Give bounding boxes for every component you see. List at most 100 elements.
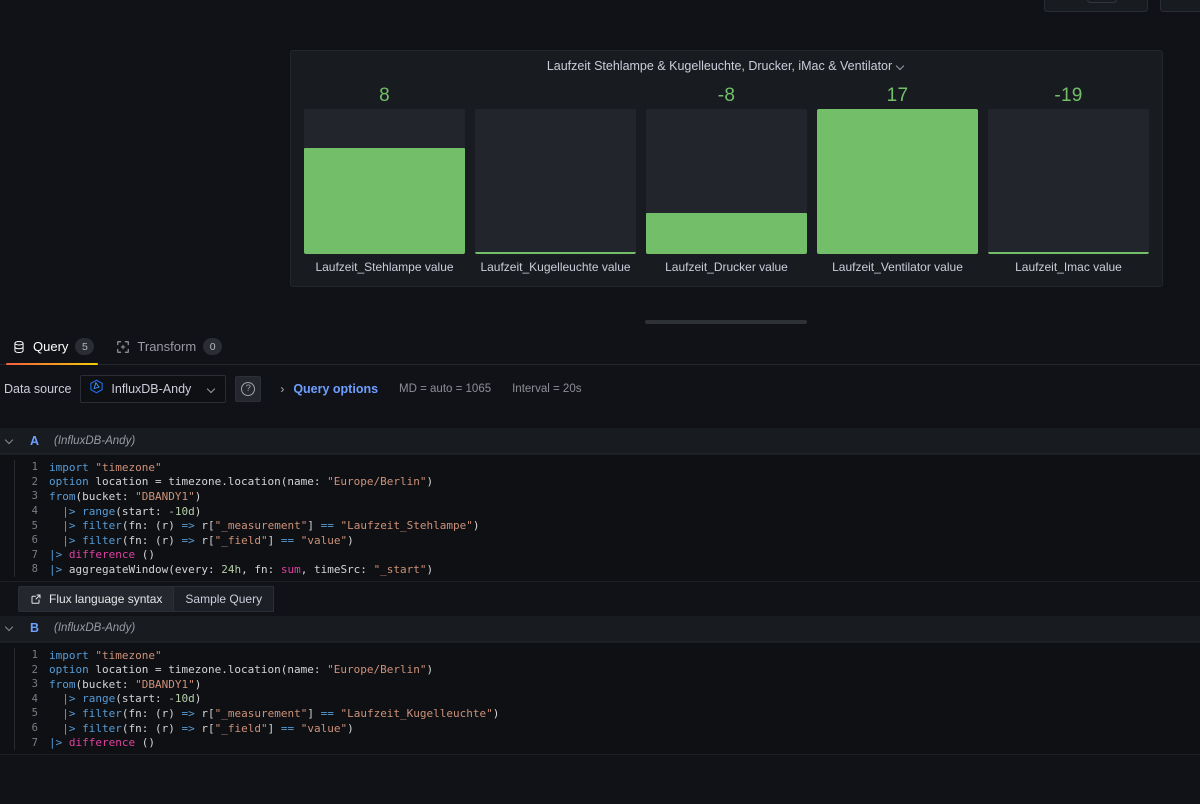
- chevron-down-icon[interactable]: [4, 435, 16, 447]
- influxdb-icon: [89, 379, 104, 399]
- code-line: 7 |> difference (): [15, 735, 1200, 750]
- sample-query-button[interactable]: Sample Query: [174, 585, 275, 612]
- editor-tabs: Query 5 Transform 0: [0, 334, 1200, 365]
- code-line-text: from(bucket: "DBANDY1"): [49, 489, 202, 503]
- code-line-number: 5: [31, 519, 38, 532]
- datasource-help-button[interactable]: ?: [235, 376, 262, 402]
- code-line-number: 1: [31, 649, 38, 662]
- code-line-text: |> aggregateWindow(every: 24h, fn: sum, …: [49, 562, 434, 576]
- bar-gauge-item: 17 Laufzeit_Ventilator value: [812, 83, 983, 280]
- query-letter: A: [30, 433, 40, 448]
- chevron-down-icon[interactable]: [4, 622, 16, 634]
- tab-label: Transform: [137, 339, 197, 354]
- code-line-text: |> range(start: -10d): [49, 504, 202, 518]
- code-line: 4 |> range(start: -10d): [15, 692, 1200, 707]
- code-line-number: 4: [31, 692, 38, 705]
- query-row-header-b[interactable]: B (InfluxDB-Andy): [0, 615, 1200, 642]
- datasource-name: InfluxDB-Andy: [111, 382, 192, 396]
- flux-language-syntax-button[interactable]: Flux language syntax: [18, 585, 175, 612]
- code-line: 5 |> filter(fn: (r) => r["_measurement"]…: [15, 518, 1200, 533]
- bar-gauge-label: Laufzeit_Kugelleuchte value: [480, 260, 631, 274]
- flux-helper-row: Flux language syntax Sample Query: [0, 581, 1200, 616]
- code-line-number: 2: [31, 663, 38, 676]
- code-line-text: |> difference (): [49, 548, 155, 562]
- datasource-row: Data source InfluxDB-Andy ? › Query opti…: [0, 372, 1200, 406]
- code-line-number: 6: [31, 534, 38, 547]
- bar-gauge-label: Laufzeit_Imac value: [1015, 260, 1122, 274]
- question-circle-icon: ?: [241, 382, 256, 396]
- toolbar-button-1-pill: [1087, 0, 1117, 3]
- bar-gauge-item: -19 Laufzeit_Imac value: [983, 83, 1154, 280]
- code-line-number: 6: [31, 722, 38, 735]
- code-line: 7 |> difference (): [15, 548, 1200, 563]
- panel-header: Laufzeit Stehlampe & Kugelleuchte, Druck…: [291, 51, 1162, 81]
- code-line-text: |> difference (): [49, 736, 155, 750]
- code-line: 4 |> range(start: -10d): [15, 504, 1200, 519]
- database-icon: [12, 340, 26, 354]
- code-line-number: 3: [31, 678, 38, 691]
- tab-badge: 0: [203, 338, 223, 355]
- bar-gauge-track: [646, 109, 807, 254]
- datasource-label: Data source: [4, 382, 72, 396]
- query-list: A (InfluxDB-Andy) 1 import "timezone" 2 optio…: [0, 428, 1200, 755]
- toolbar-button-2[interactable]: [1160, 0, 1200, 12]
- code-line-number: 2: [31, 475, 38, 488]
- code-line-text: option location = timezone.location(name…: [49, 475, 434, 489]
- tab-query[interactable]: Query 5: [6, 338, 106, 365]
- bar-gauge-value: [475, 83, 636, 109]
- bar-gauge-value: -19: [1054, 85, 1083, 106]
- query-options-toggle[interactable]: Query options: [293, 382, 378, 396]
- transform-icon: [116, 340, 130, 354]
- code-line-text: import "timezone": [49, 460, 162, 474]
- code-line-number: 8: [31, 563, 38, 576]
- bar-gauge-label: Laufzeit_Drucker value: [665, 260, 788, 274]
- code-line-number: 4: [31, 505, 38, 518]
- tab-badge: 5: [75, 338, 95, 355]
- flux-code-editor-a[interactable]: 1 import "timezone" 2 option location = tim…: [0, 454, 1200, 582]
- external-link-icon: [30, 593, 42, 605]
- code-line-number: 5: [31, 707, 38, 720]
- code-line: 6 |> filter(fn: (r) => r["_field"] == "v…: [15, 721, 1200, 736]
- bar-gauge-value: 17: [886, 85, 909, 106]
- code-line-text: from(bucket: "DBANDY1"): [49, 677, 202, 691]
- query-options-interval: Interval = 20s: [512, 383, 582, 395]
- query-row-header-a[interactable]: A (InfluxDB-Andy): [0, 428, 1200, 454]
- bar-gauge-fill: [646, 213, 807, 254]
- code-line-text: |> filter(fn: (r) => r["_field"] == "val…: [49, 533, 354, 547]
- chevron-down-icon[interactable]: [897, 62, 906, 71]
- sample-query-label: Sample Query: [185, 591, 263, 606]
- code-line: 6 |> filter(fn: (r) => r["_field"] == "v…: [15, 533, 1200, 548]
- bar-gauge-track: [817, 109, 978, 254]
- code-line: 5 |> filter(fn: (r) => r["_measurement"]…: [15, 706, 1200, 721]
- bar-gauge-fill: [304, 148, 465, 254]
- chevron-down-icon: [208, 385, 217, 394]
- tab-label: Query: [33, 339, 69, 354]
- code-line-number: 1: [31, 461, 38, 474]
- bar-gauge-fill: [988, 252, 1149, 254]
- code-line: 3 from(bucket: "DBANDY1"): [15, 489, 1200, 504]
- code-line: 1 import "timezone": [15, 648, 1200, 663]
- bar-gauge-value: 8: [379, 85, 390, 106]
- code-line-number: 7: [31, 736, 38, 749]
- code-line-text: |> filter(fn: (r) => r["_measurement"] =…: [49, 519, 480, 533]
- tab-transform[interactable]: Transform 0: [110, 338, 234, 364]
- code-line-number: 3: [31, 490, 38, 503]
- bar-gauge-label: Laufzeit_Stehlampe value: [315, 260, 454, 274]
- chevron-right-icon[interactable]: ›: [280, 382, 284, 396]
- bar-gauge-track: [304, 109, 465, 254]
- panel-title: Laufzeit Stehlampe & Kugelleuchte, Druck…: [546, 59, 893, 73]
- code-line-text: |> filter(fn: (r) => r["_measurement"] =…: [49, 706, 500, 720]
- flux-code-editor-b[interactable]: 1 import "timezone" 2 option location = tim…: [0, 641, 1200, 755]
- panel-resize-handle[interactable]: [645, 320, 807, 324]
- query-datasource-name: (InfluxDB-Andy): [54, 622, 136, 635]
- bar-gauge-fill: [817, 109, 978, 254]
- datasource-picker[interactable]: InfluxDB-Andy: [80, 375, 227, 403]
- bar-gauge-item: Laufzeit_Kugelleuchte value: [470, 83, 641, 280]
- code-line-text: |> filter(fn: (r) => r["_field"] == "val…: [49, 721, 354, 735]
- bar-gauge-value: -8: [717, 85, 736, 106]
- bar-gauge-track: [475, 109, 636, 254]
- code-line: 8 |> aggregateWindow(every: 24h, fn: sum,…: [15, 562, 1200, 577]
- bar-gauge-item: -8 Laufzeit_Drucker value: [641, 83, 812, 280]
- query-letter: B: [30, 621, 40, 636]
- top-toolbar-strip: [0, 0, 1200, 12]
